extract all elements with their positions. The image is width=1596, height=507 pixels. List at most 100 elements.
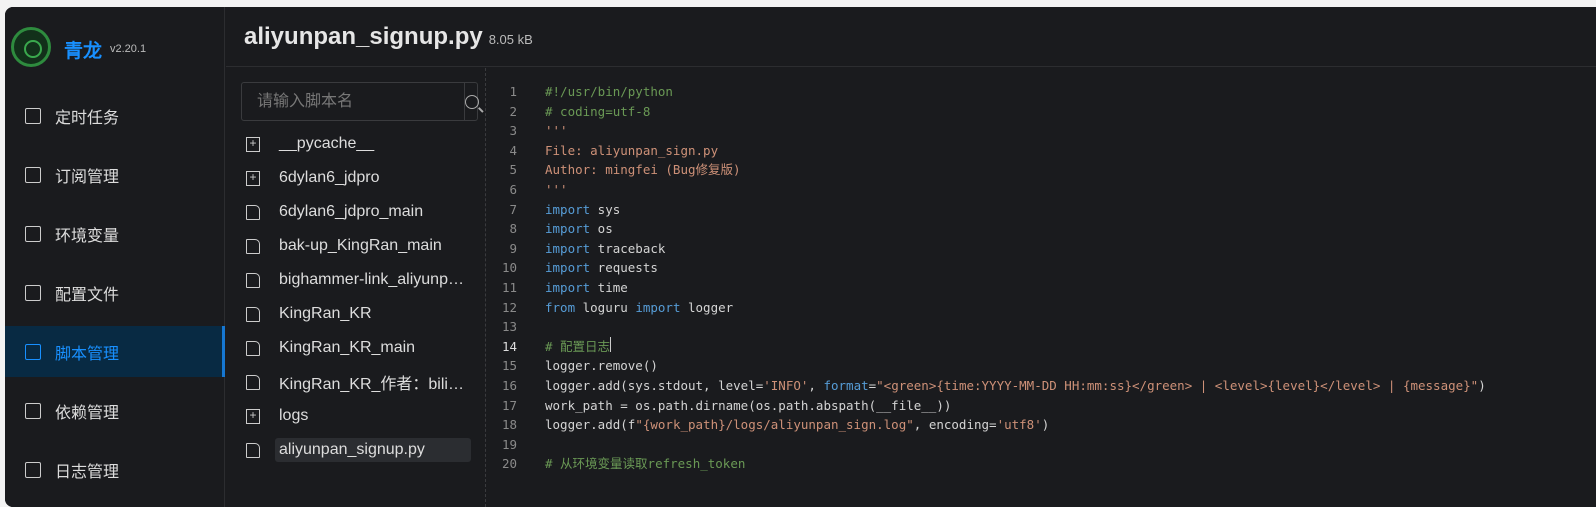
log-file-icon <box>25 461 41 478</box>
line-number: 20 <box>501 456 517 472</box>
code-token: from <box>545 299 576 315</box>
code-line: 8 import os <box>487 219 612 239</box>
line-number: 7 <box>509 201 517 217</box>
code-line: 2 # coding=utf-8 <box>487 102 650 122</box>
line-number: 5 <box>509 162 517 178</box>
code-token: requests <box>590 260 658 276</box>
code-token: ) <box>1041 417 1050 433</box>
file-icon <box>246 442 260 458</box>
tree-item-label: aliyunpan_signup.py <box>275 438 471 462</box>
app-window: 青龙 v2.20.1 定时任务 订阅管理 环境变量 配置文件 脚本管理 依赖管理 日志管理 … <box>5 7 1596 507</box>
sidebar-item-label: 环境变量 <box>55 227 120 245</box>
expand-folder-icon[interactable]: + <box>246 136 260 152</box>
sidebar-item-label: 定时任务 <box>55 109 120 127</box>
tree-item[interactable]: + __pycache__ <box>246 129 471 159</box>
tree-item[interactable]: +6dylan6_jdpro <box>246 163 471 193</box>
tree-item-label: KingRan_KR <box>279 305 372 322</box>
code-token: ''' <box>545 123 568 139</box>
script-search-input[interactable] <box>242 83 464 120</box>
sidebar-item-label: 脚本管理 <box>55 345 120 363</box>
search-button[interactable] <box>464 83 479 120</box>
code-line: 11 import time <box>487 278 628 298</box>
code-token: 'INFO' <box>763 378 809 393</box>
file-title: aliyunpan_signup.py 8.05 kB <box>244 23 533 51</box>
sidebar-item-4[interactable]: 脚本管理 <box>5 326 225 377</box>
code-token: # 配置日志 <box>545 338 611 354</box>
code-line: 5 Author: mingfei (Bug修复版) <box>487 160 741 180</box>
terminal-icon <box>25 343 41 360</box>
monitor-icon <box>25 225 41 242</box>
expand-folder-icon[interactable]: + <box>246 408 260 424</box>
tree-item[interactable]: aliyunpan_signup.py <box>246 435 471 465</box>
code-token: sys <box>590 201 621 217</box>
code-token: , <box>808 378 824 393</box>
page-header: aliyunpan_signup.py 8.05 kB <box>226 7 1596 67</box>
code-token: import <box>545 201 591 217</box>
sidebar-item-label: 依赖管理 <box>55 404 120 422</box>
code-line: 10 import requests <box>487 258 658 278</box>
tree-item[interactable]: bak-up_KingRan_main <box>246 231 471 261</box>
tree-item[interactable]: KingRan_KR_main <box>246 333 471 363</box>
code-token: logger <box>680 299 734 315</box>
code-token: File: aliyunpan_sign.py <box>545 142 719 158</box>
line-number: 18 <box>501 417 517 433</box>
line-number: 17 <box>501 397 517 413</box>
sliders-icon <box>25 284 41 301</box>
code-token: ) <box>1478 378 1486 393</box>
tree-item-label: KingRan_KR_main <box>279 339 416 356</box>
code-token: import <box>545 280 591 295</box>
code-line: 17 work_path = os.path.dirname(os.path.ab… <box>487 396 951 416</box>
line-number: 15 <box>501 358 517 374</box>
calendar-clock-icon <box>25 107 41 124</box>
code-token: # coding=utf-8 <box>545 103 651 119</box>
code-token: 'utf8' <box>996 417 1042 433</box>
tree-item[interactable]: KingRan_KR_作者：bilibili <box>246 367 471 397</box>
search-icon <box>465 94 479 109</box>
code-token: time <box>590 280 628 295</box>
code-token: loguru <box>575 299 636 315</box>
code-line: 4 File: aliyunpan_sign.py <box>487 141 718 161</box>
file-name: aliyunpan_signup.py <box>244 23 483 50</box>
line-number: 6 <box>509 182 517 197</box>
tree-item[interactable]: 6dylan6_jdpro_main <box>246 197 471 227</box>
sidebar-item-1[interactable]: 订阅管理 <box>5 149 225 200</box>
file-icon <box>246 272 260 288</box>
tree-item-label: 6dylan6_jdpro <box>279 169 380 186</box>
tree-item-label: bak-up_KingRan_main <box>279 237 442 254</box>
code-line: 18 logger.add(f "{work_path}/logs/aliyunpa… <box>487 415 1049 435</box>
code-line: 16 logger.add(sys.stdout, level= 'INFO', f… <box>487 376 1486 396</box>
sidebar-item-5[interactable]: 依赖管理 <box>5 385 225 436</box>
tree-item[interactable]: bighammer-link_aliyunpan_main <box>246 265 471 295</box>
sidebar-item-0[interactable]: 定时任务 <box>5 90 225 141</box>
code-token: import <box>635 299 681 315</box>
code-token: import <box>545 221 591 237</box>
file-icon <box>246 340 260 356</box>
code-token: logger.add(f <box>545 417 636 433</box>
tree-item-label: logs <box>279 407 309 424</box>
code-line: 20 # 从环境变量读取refresh_token <box>487 454 745 474</box>
sidebar-item-6[interactable]: 日志管理 <box>5 444 225 495</box>
qinglong-logo <box>11 27 51 67</box>
sidebar-item-2[interactable]: 环境变量 <box>5 208 225 259</box>
line-number: 12 <box>501 299 517 315</box>
code-token: ''' <box>545 182 568 197</box>
code-token: Author: mingfei (Bug修复版) <box>545 162 741 178</box>
subscription-icon <box>25 166 41 183</box>
code-token: import <box>545 240 591 256</box>
tree-item[interactable]: + logs <box>246 401 471 431</box>
expand-folder-icon[interactable]: + <box>246 170 260 186</box>
code-token: # 从环境变量读取refresh_token <box>545 456 746 472</box>
file-icon <box>246 306 260 322</box>
line-number: 13 <box>501 319 517 335</box>
code-token: "{work_path}/logs/aliyunpan_sign.log" <box>635 417 914 433</box>
sidebar-item-3[interactable]: 配置文件 <box>5 267 225 318</box>
tree-item[interactable]: KingRan_KR <box>246 299 471 329</box>
line-number: 8 <box>509 221 517 237</box>
list-circle-icon <box>25 402 41 419</box>
code-token: traceback <box>590 240 666 256</box>
version-label: v2.20.1 <box>110 43 147 55</box>
code-token: = <box>868 378 877 393</box>
code-line: 14 # 配置日志 <box>487 336 612 357</box>
line-number: 2 <box>509 103 517 119</box>
script-search <box>241 82 479 121</box>
